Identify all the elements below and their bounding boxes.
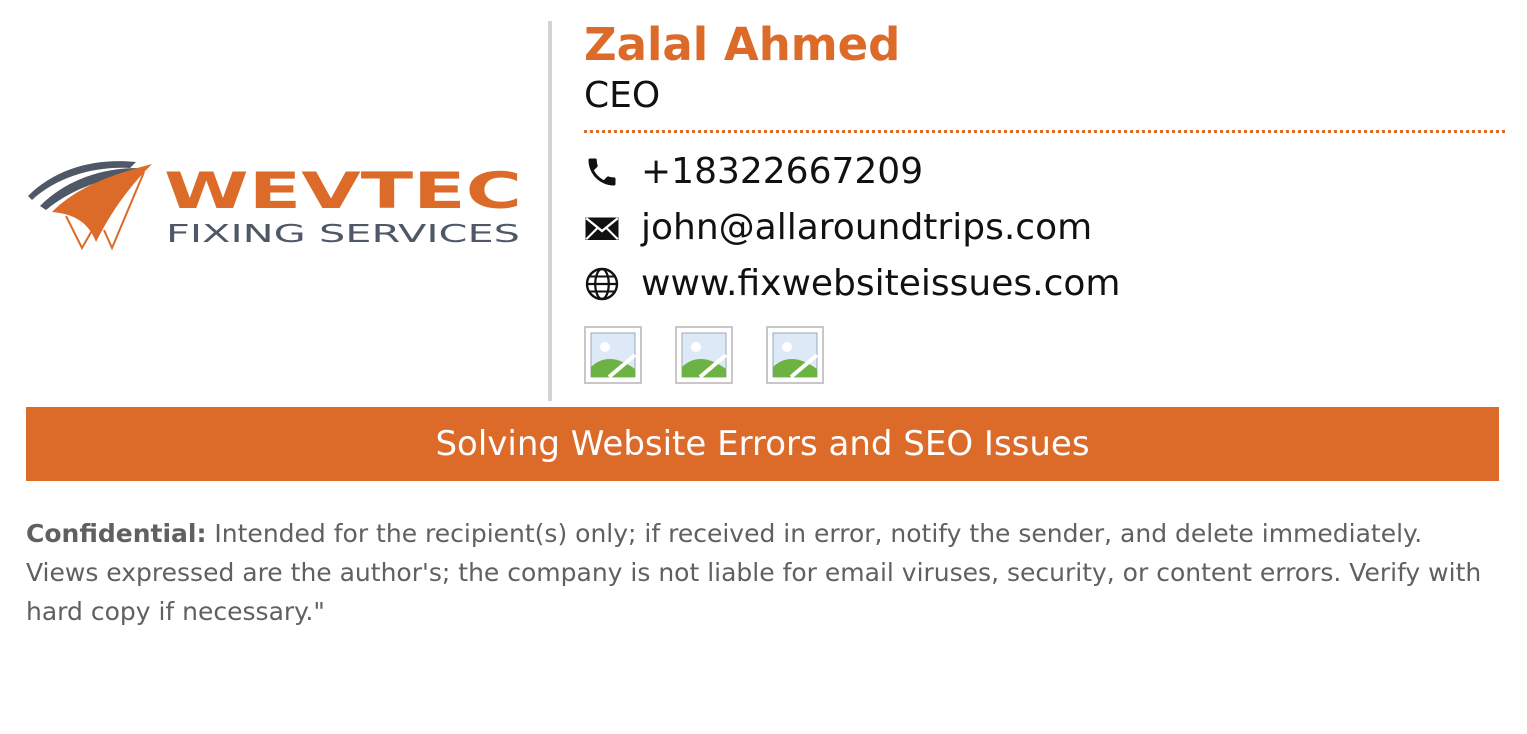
- broken-image-icon: [772, 332, 819, 379]
- phone-icon: [584, 154, 620, 190]
- social-link-3[interactable]: [766, 326, 824, 384]
- contact-website[interactable]: www.fixwebsiteissues.com: [584, 260, 1120, 308]
- logo-tagline: FIXING SERVICES: [166, 219, 520, 248]
- website-url[interactable]: www.fixwebsiteissues.com: [641, 260, 1120, 308]
- person-name: Zalal Ahmed: [584, 18, 901, 71]
- contact-phone[interactable]: +18322667209: [584, 148, 923, 196]
- tagline-banner: Solving Website Errors and SEO Issues: [26, 407, 1499, 481]
- vertical-divider: [548, 21, 552, 401]
- globe-icon: [584, 266, 620, 302]
- banner-text: Solving Website Errors and SEO Issues: [435, 424, 1090, 464]
- social-link-2[interactable]: [675, 326, 733, 384]
- logo-wordmark: WEVTEC: [164, 162, 522, 220]
- broken-image-icon: [681, 332, 728, 379]
- email-signature: WEVTEC FIXING SERVICES Zalal Ahmed CEO +…: [0, 0, 1527, 734]
- envelope-icon: [584, 210, 620, 246]
- disclaimer-label: Confidential:: [26, 519, 207, 548]
- contact-email[interactable]: john@allaroundtrips.com: [584, 204, 1092, 252]
- social-link-1[interactable]: [584, 326, 642, 384]
- phone-number[interactable]: +18322667209: [641, 148, 923, 196]
- dotted-separator: [584, 130, 1505, 133]
- swoosh-logo-icon: WEVTEC FIXING SERVICES: [28, 161, 522, 251]
- company-logo: WEVTEC FIXING SERVICES: [26, 156, 526, 252]
- person-title: CEO: [584, 75, 661, 116]
- confidentiality-disclaimer: Confidential: Intended for the recipient…: [26, 514, 1502, 631]
- disclaimer-text: Intended for the recipient(s) only; if r…: [26, 519, 1482, 626]
- email-address[interactable]: john@allaroundtrips.com: [641, 204, 1092, 252]
- broken-image-icon: [590, 332, 637, 379]
